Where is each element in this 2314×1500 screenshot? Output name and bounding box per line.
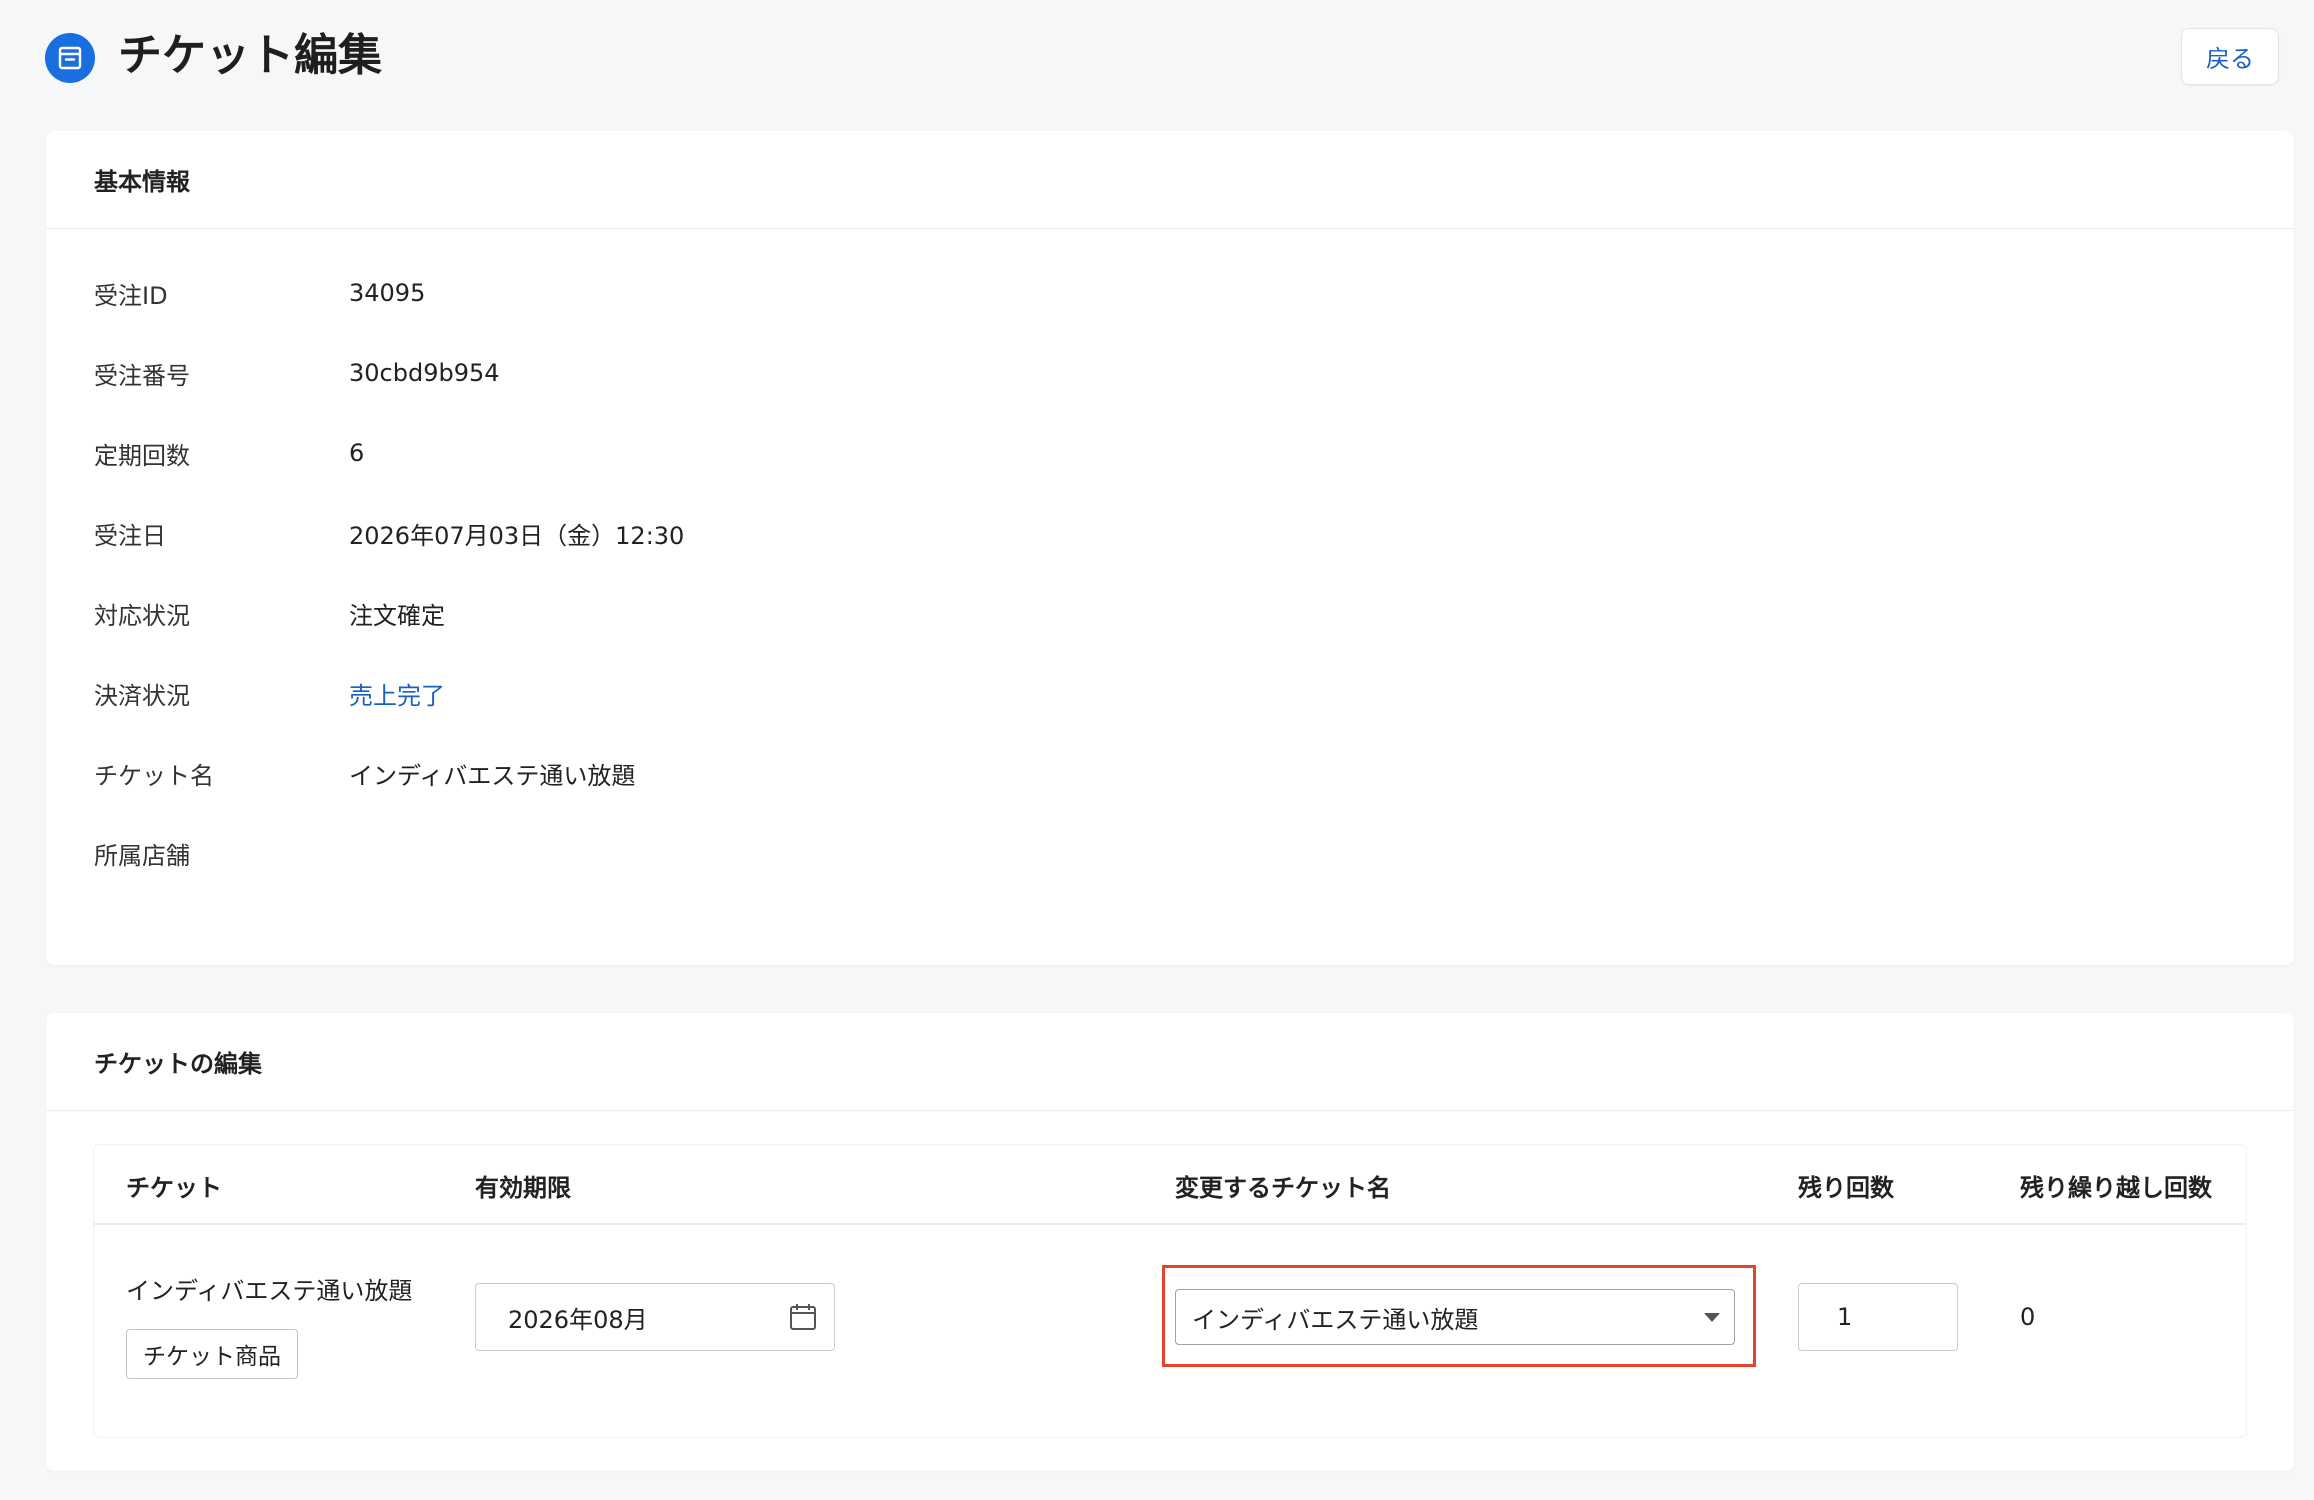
info-row-subscription-count: 定期回数 6 — [94, 433, 364, 473]
info-value: 30cbd9b954 — [349, 359, 500, 387]
table-header: チケット 有効期限 変更するチケット名 残り回数 残り繰り越し回数 — [94, 1145, 2246, 1225]
column-header-remaining: 残り回数 — [1798, 1173, 1894, 1202]
carryover-count-value: 0 — [2020, 1303, 2036, 1331]
info-value: 6 — [349, 439, 365, 467]
selected-ticket-name: インディバエステ通い放題 — [1192, 1305, 1479, 1334]
info-row-order-id: 受注ID 34095 — [94, 273, 425, 313]
basic-info-card: 基本情報 受注ID 34095 受注番号 30cbd9b954 定期回数 6 受… — [46, 131, 2294, 965]
info-label: 対応状況 — [94, 601, 190, 630]
info-value: インディバエステ通い放題 — [349, 761, 636, 790]
info-row-handling-status: 対応状況 注文確定 — [94, 593, 445, 633]
ticket-edit-card: チケットの編集 チケット 有効期限 変更するチケット名 残り回数 残り繰り越し回… — [46, 1013, 2294, 1471]
column-header-ticket: チケット — [126, 1173, 222, 1202]
info-value: 34095 — [349, 279, 426, 307]
info-label: 定期回数 — [94, 441, 190, 470]
back-button[interactable]: 戻る — [2181, 28, 2279, 85]
info-row-order-number: 受注番号 30cbd9b954 — [94, 353, 500, 393]
info-value: 2026年07月03日（金）12:30 — [349, 521, 685, 550]
expiry-date-input[interactable]: 2026年08月 — [475, 1283, 835, 1351]
info-label: 所属店舗 — [94, 841, 190, 870]
info-label: 受注日 — [94, 521, 166, 550]
table-row: インディバエステ通い放題 チケット商品 2026年08月 インディバエステ通い放… — [94, 1225, 2246, 1435]
caret-down-icon — [1704, 1313, 1720, 1322]
archive-box-icon — [45, 33, 95, 83]
page-header: チケット編集 戻る — [0, 0, 2314, 112]
info-row-ticket-name: チケット名 インディバエステ通い放題 — [94, 753, 635, 793]
basic-info-title: 基本情報 — [46, 131, 2294, 229]
expiry-date-value: 2026年08月 — [508, 1305, 648, 1334]
ticket-product-tag: チケット商品 — [126, 1329, 298, 1379]
info-label: 決済状況 — [94, 681, 190, 710]
info-value: 注文確定 — [349, 601, 445, 630]
column-header-new-ticket-name: 変更するチケット名 — [1175, 1173, 1391, 1202]
ticket-name-select[interactable]: インディバエステ通い放題 — [1175, 1289, 1735, 1345]
ticket-edit-table: チケット 有効期限 変更するチケット名 残り回数 残り繰り越し回数 インディバエ… — [94, 1145, 2246, 1437]
remaining-count-input[interactable]: 1 — [1798, 1283, 1958, 1351]
info-row-order-date: 受注日 2026年07月03日（金）12:30 — [94, 513, 684, 553]
column-header-carryover: 残り繰り越し回数 — [2020, 1173, 2212, 1202]
info-row-store: 所属店舗 — [94, 833, 349, 873]
page-title: チケット編集 — [118, 30, 382, 81]
ticket-name: インディバエステ通い放題 — [126, 1277, 413, 1305]
calendar-icon[interactable] — [788, 1302, 818, 1332]
ticket-edit-title: チケットの編集 — [46, 1013, 2294, 1111]
payment-status-link[interactable]: 売上完了 — [349, 676, 445, 711]
info-label: 受注ID — [94, 281, 168, 310]
column-header-expiry: 有効期限 — [475, 1173, 571, 1202]
info-label: チケット名 — [94, 761, 214, 790]
info-label: 受注番号 — [94, 361, 190, 390]
info-row-payment-status: 決済状況 売上完了 — [94, 673, 445, 713]
remaining-count-value: 1 — [1837, 1303, 1853, 1331]
